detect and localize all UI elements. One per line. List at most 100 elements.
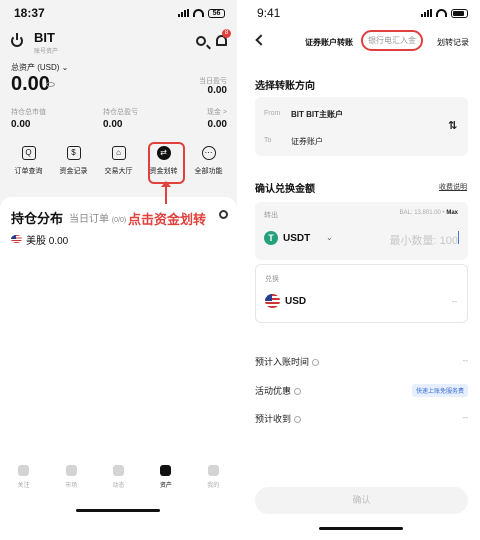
out-label: 转出 <box>264 212 278 219</box>
back-icon[interactable] <box>255 34 267 46</box>
search-icon[interactable] <box>196 36 206 46</box>
out-coin[interactable]: USDT <box>283 233 310 244</box>
tab-bank-wire[interactable]: 银行电汇入金 <box>361 30 423 51</box>
to-label: To <box>264 137 272 144</box>
fee-info-link[interactable]: 收费说明 <box>439 182 467 192</box>
today-pnl-value: 0.00 <box>207 85 227 96</box>
home-indicator[interactable] <box>76 509 160 512</box>
feed-icon <box>112 465 124 476</box>
profile-icon <box>207 465 219 476</box>
cash-stat[interactable]: 现金 > 0.00 <box>207 107 227 130</box>
wifi-icon <box>436 9 447 17</box>
watchlist-icon <box>18 465 30 476</box>
order-query-button[interactable]: Q 订单查询 <box>9 146 49 186</box>
convert-in-card: 兑换 USD -- <box>255 264 468 323</box>
tab-securities-transfer[interactable]: 证券账户转账 <box>305 37 353 48</box>
assets-screen: 18:37 56 BIT 账号资产 8 总资产 (USD) ⌄ 0.00 当日盈… <box>0 0 237 540</box>
orders-tab-label: 当日订单 <box>69 214 109 225</box>
gear-icon[interactable] <box>219 210 228 219</box>
tab-label: 我的 <box>207 483 220 489</box>
holdings-tab[interactable]: 持仓分布 <box>11 208 63 227</box>
market-icon <box>65 465 77 476</box>
status-bar: 9:41 <box>243 0 480 26</box>
trading-hall-icon: ⌂ <box>111 146 126 160</box>
from-account[interactable]: BIT BIT主账户 <box>291 109 343 120</box>
expected-row: 预计收到 -- <box>255 412 468 426</box>
us-stock-holding[interactable]: 美股 0.00 <box>26 232 68 247</box>
confirm-button[interactable]: 确认 <box>255 487 468 514</box>
bottom-tab-bar: 关注 市场 动态 资产 我的 <box>0 465 237 505</box>
quick-action-label: 资金记录 <box>59 168 88 175</box>
screenshot-canvas: 18:37 56 BIT 账号资产 8 总资产 (USD) ⌄ 0.00 当日盈… <box>0 0 480 540</box>
promo-label: 活动优惠 <box>255 386 292 396</box>
in-coin: USD <box>285 296 307 307</box>
info-icon[interactable] <box>294 388 302 396</box>
tab-market[interactable]: 市场 <box>51 465 91 505</box>
transfer-records-link[interactable]: 划转记录 <box>437 37 469 48</box>
amount-title: 确认兑换金额 <box>255 184 315 195</box>
battery-icon <box>451 8 468 18</box>
promo-row: 活动优惠 快速上账免服务费 <box>255 384 468 398</box>
total-pnl-stat: 持仓总盈亏 0.00 <box>103 107 138 130</box>
assets-icon <box>160 465 172 476</box>
status-time: 18:37 <box>14 6 45 20</box>
instruction-annotation: 点击资金划转 <box>128 212 207 227</box>
promo-key: 活动优惠 <box>255 384 302 397</box>
us-flag-icon <box>11 235 22 243</box>
balance-label: BAL: 13,801.00 • <box>399 210 445 216</box>
stat-label: 持仓总市值 <box>11 109 46 116</box>
promo-badge: 快速上账免服务费 <box>411 384 468 397</box>
transfer-header: 证券账户转账 银行电汇入金 划转记录 <box>243 26 480 60</box>
quick-actions: Q 订单查询 $ 资金记录 ⌂ 交易大厅 ⇄ 资金划转 ⋯ 全部功能 <box>0 146 237 186</box>
in-label: 兑换 <box>265 276 279 283</box>
amount-input[interactable]: 最小数量: 100 <box>390 232 458 248</box>
wifi-icon <box>193 9 204 17</box>
tab-label: 市场 <box>65 483 78 489</box>
order-query-icon: Q <box>21 146 36 160</box>
us-flag-icon <box>265 294 280 308</box>
info-icon[interactable] <box>294 416 302 424</box>
tab-label: 动态 <box>112 483 125 489</box>
direction-card: From BIT BIT主账户 To 证券账户 ⇅ <box>255 97 468 156</box>
transfer-screen: 9:41 证券账户转账 银行电汇入金 划转记录 选择转账方向 From BIT … <box>243 0 480 540</box>
fund-transfer-highlight <box>148 142 185 184</box>
app-header: BIT 账号资产 8 <box>0 26 237 60</box>
orders-tab[interactable]: 当日订单 (0/0) <box>69 210 126 225</box>
tab-watchlist[interactable]: 关注 <box>4 465 44 505</box>
max-button[interactable]: Max <box>446 210 458 216</box>
assets-summary: 总资产 (USD) ⌄ 0.00 当日盈亏 0.00 持仓总市值 0.00 持仓… <box>0 60 237 148</box>
trading-hall-button[interactable]: ⌂ 交易大厅 <box>99 146 139 186</box>
quick-action-label: 全部功能 <box>194 168 223 175</box>
home-indicator[interactable] <box>319 527 403 530</box>
quick-action-label: 交易大厅 <box>104 168 133 175</box>
tab-assets[interactable]: 资产 <box>146 465 186 505</box>
stat-value: 0.00 <box>11 119 31 130</box>
expected-value: -- <box>462 413 468 422</box>
total-assets-value: 0.00 <box>11 73 50 95</box>
chevron-down-icon[interactable]: ⌄ <box>326 233 333 242</box>
status-time: 9:41 <box>257 6 281 20</box>
info-icon[interactable] <box>312 359 320 367</box>
brand-name[interactable]: BIT <box>34 30 55 45</box>
signal-icon <box>421 9 432 17</box>
stat-value: 0.00 <box>103 119 123 130</box>
swap-icon[interactable]: ⇅ <box>448 119 457 132</box>
orders-count: (0/0) <box>111 217 127 224</box>
signal-icon <box>178 9 189 17</box>
in-amount: -- <box>451 297 457 306</box>
all-functions-icon: ⋯ <box>201 146 216 160</box>
all-functions-button[interactable]: ⋯ 全部功能 <box>189 146 229 186</box>
status-bar: 18:37 56 <box>0 0 237 26</box>
fund-record-icon: $ <box>66 146 81 160</box>
quick-action-label: 订单查询 <box>14 168 43 175</box>
tab-profile[interactable]: 我的 <box>193 465 233 505</box>
tab-feed[interactable]: 动态 <box>98 465 138 505</box>
expected-label: 预计收到 <box>255 414 292 424</box>
fund-record-button[interactable]: $ 资金记录 <box>54 146 94 186</box>
eta-row: 预计入账时间 -- <box>255 355 468 369</box>
total-assets-label[interactable]: 总资产 (USD) ⌄ <box>11 62 68 73</box>
power-icon[interactable] <box>11 33 23 47</box>
eye-icon[interactable] <box>46 82 55 87</box>
brand-subtitle: 账号资产 <box>34 49 59 55</box>
to-account[interactable]: 证券账户 <box>291 136 323 147</box>
